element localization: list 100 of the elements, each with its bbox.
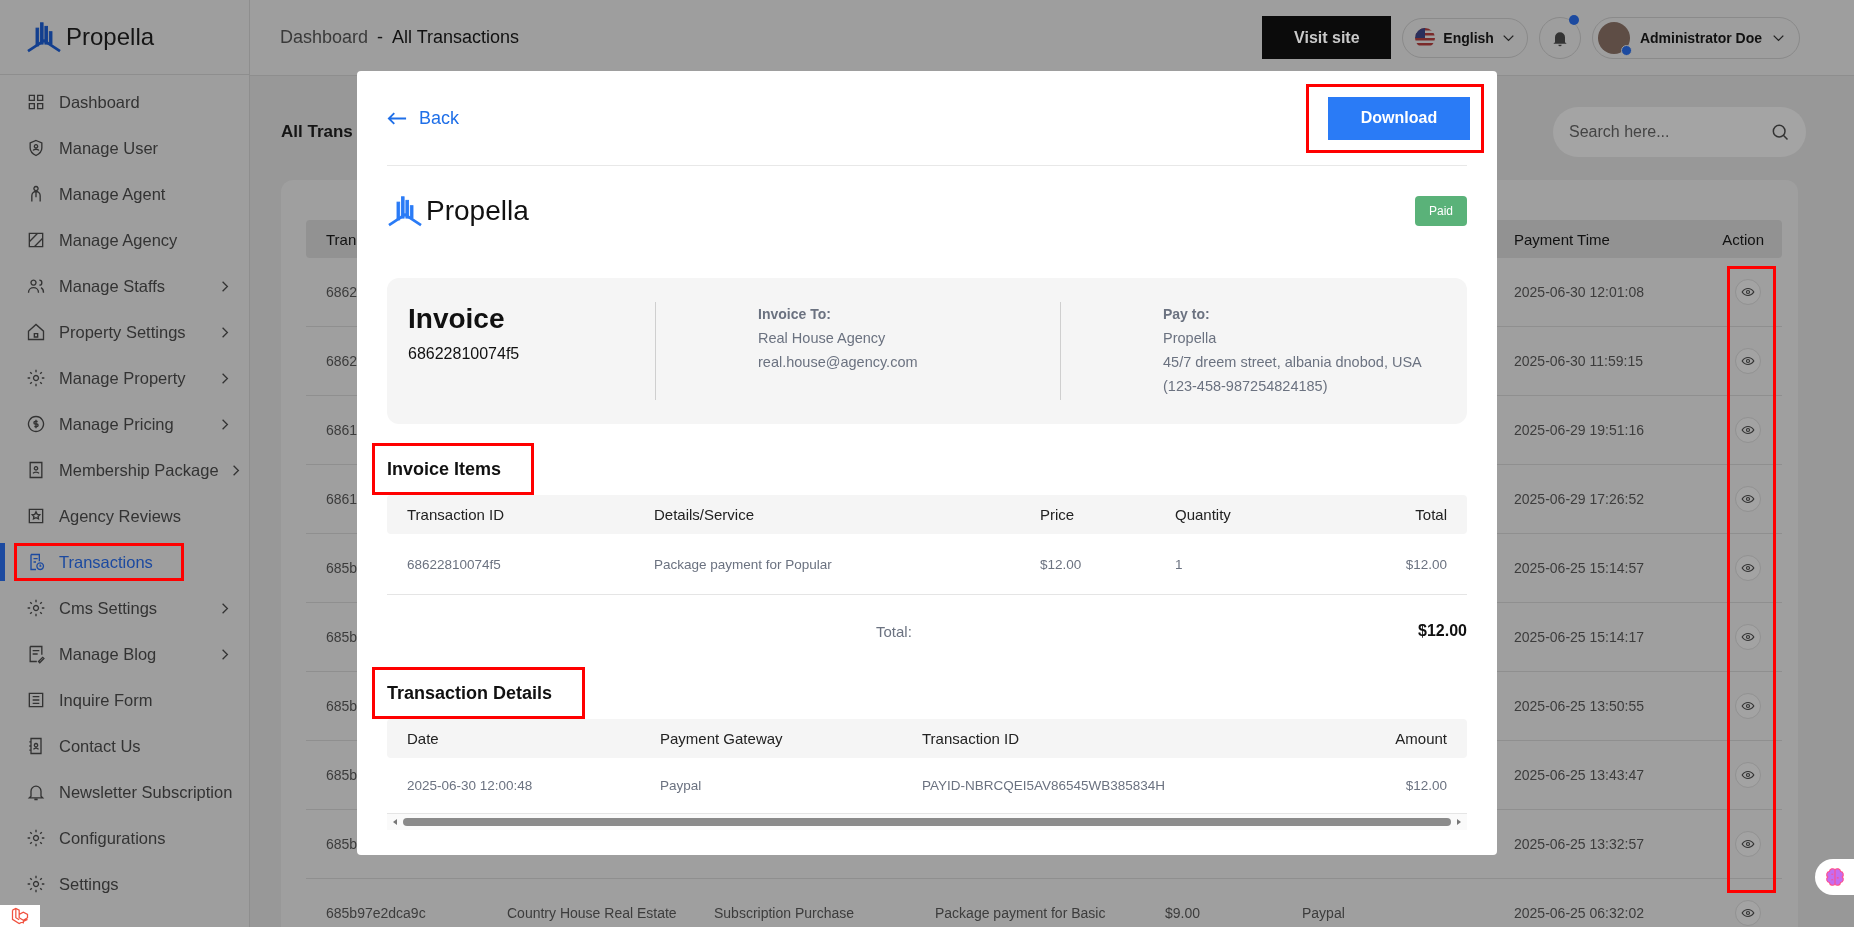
table-cell-text: Paypal: [660, 778, 703, 793]
arrow-right-icon[interactable]: [1455, 818, 1463, 826]
sidebar-item[interactable]: Settings: [14, 865, 238, 903]
gear-icon: [26, 828, 46, 848]
table-cell: 685b97e2dca9c: [326, 905, 426, 921]
eye-icon: [1741, 561, 1755, 575]
total-value: $12.00: [1418, 622, 1467, 640]
house-icon: [26, 322, 46, 342]
logo-icon: [26, 21, 62, 53]
sidebar-item[interactable]: Manage Staffs: [14, 267, 238, 305]
table-cell: 6861: [326, 491, 358, 507]
sidebar-item[interactable]: Property Settings: [14, 313, 238, 351]
view-button[interactable]: [1735, 693, 1761, 719]
column-header: Quantity: [1175, 506, 1232, 523]
column-header: Payment Time: [1514, 230, 1610, 248]
download-button[interactable]: Download: [1328, 96, 1470, 140]
page-title: All Trans: [281, 122, 353, 142]
table-cell: 685b: [326, 836, 358, 852]
sidebar-item[interactable]: Newsletter Subscription: [14, 773, 238, 811]
table-cell: 2025-06-25 13:32:57: [1514, 836, 1644, 852]
table-cell: 6862: [326, 353, 358, 369]
view-button[interactable]: [1735, 831, 1761, 857]
debug-badge[interactable]: [0, 905, 40, 927]
sidebar-item[interactable]: Manage Agent: [14, 175, 238, 213]
billing-heading: Pay to:: [1163, 305, 1211, 324]
table-cell-text: 1: [1175, 556, 1184, 572]
table-cell: 6861: [326, 422, 358, 438]
table-cell-text: PAYID-NBRCQEI5AV86545WB385834H: [922, 778, 1167, 793]
status-badge: Paid: [1414, 196, 1467, 226]
column-header: Total: [1415, 506, 1447, 523]
eye-icon: [1741, 285, 1755, 299]
eye-icon: [1741, 423, 1755, 437]
breadcrumb-separator: -: [377, 27, 384, 48]
column-header: Transaction ID: [407, 506, 505, 523]
table-cell: 685b: [326, 629, 358, 645]
table-cell: 6862: [326, 284, 358, 300]
sidebar-item[interactable]: Inquire Form: [14, 681, 238, 719]
billing-line: 45/7 dreem street, albania dnobod, USA: [1163, 353, 1423, 372]
table-cell: $12.00: [1405, 778, 1447, 793]
section-title: Transaction Details: [372, 667, 586, 719]
list-icon: [26, 690, 46, 710]
column-header: Transaction ID: [922, 730, 1020, 747]
table-cell: Paypal: [1302, 905, 1345, 921]
sidebar-item[interactable]: Configurations: [14, 819, 238, 857]
view-button[interactable]: [1735, 624, 1761, 650]
visit-site-button[interactable]: Visit site: [1262, 16, 1392, 59]
logo-text: Propella: [66, 23, 155, 51]
column-header: Tran: [326, 230, 357, 248]
billing-line: Real House Agency: [758, 329, 887, 348]
search-icon: [1770, 122, 1790, 142]
sidebar-item[interactable]: Cms Settings: [14, 589, 238, 627]
sidebar-item[interactable]: Agency Reviews: [14, 497, 238, 535]
sidebar-item[interactable]: Manage Pricing: [14, 405, 238, 443]
eye-icon: [1741, 492, 1755, 506]
gear-icon: [26, 874, 46, 894]
chevron-down-icon: [1772, 33, 1785, 42]
billing-line: Propella: [1163, 329, 1218, 348]
sidebar-item[interactable]: Manage Property: [14, 359, 238, 397]
sidebar-item[interactable]: Transactions: [14, 543, 184, 581]
dollar-icon: [26, 414, 46, 434]
view-button[interactable]: [1735, 900, 1761, 926]
eye-icon: [1741, 699, 1755, 713]
arrow-left-icon[interactable]: [391, 818, 399, 826]
assistant-button[interactable]: [1815, 859, 1854, 895]
table-cell-text: 68622810074f5: [407, 556, 502, 572]
sidebar-item[interactable]: Contact Us: [14, 727, 238, 765]
table-cell: 2025-06-25 13:50:55: [1514, 698, 1644, 714]
view-button[interactable]: [1735, 417, 1761, 443]
chevron-down-icon: [1501, 33, 1515, 42]
logo-text: Propella: [426, 195, 529, 227]
view-button[interactable]: [1735, 762, 1761, 788]
back-link[interactable]: Back: [387, 107, 460, 129]
table-cell: Subscription Purchase: [714, 905, 855, 921]
view-button[interactable]: [1735, 486, 1761, 512]
sidebar-item[interactable]: Manage Blog: [14, 635, 238, 673]
horizontal-scrollbar[interactable]: [387, 814, 1467, 830]
flag-icon: [1415, 27, 1436, 48]
view-button[interactable]: [1735, 279, 1761, 305]
search-field[interactable]: Search here...: [1553, 107, 1806, 157]
table-cell: 2025-06-25 15:14:17: [1514, 629, 1644, 645]
gear-icon: [26, 368, 46, 388]
sidebar-item[interactable]: Dashboard: [14, 83, 238, 121]
grid-icon: [26, 92, 46, 112]
view-button[interactable]: [1735, 555, 1761, 581]
breadcrumb-link[interactable]: Dashboard: [280, 27, 369, 48]
notification-button[interactable]: [1538, 16, 1581, 59]
profile-menu[interactable]: Administrator Doe: [1591, 16, 1800, 59]
sidebar-item[interactable]: Manage Agency: [14, 221, 238, 259]
view-button[interactable]: [1735, 348, 1761, 374]
logo-icon: [10, 906, 30, 926]
star-icon: [26, 506, 46, 526]
table-cell: 2025-06-30 11:59:15: [1514, 353, 1643, 369]
column-header: Date: [407, 730, 440, 747]
sidebar-item[interactable]: Manage User: [14, 129, 238, 167]
sidebar-item[interactable]: Membership Package: [14, 451, 238, 489]
table-cell: 2025-06-29 19:51:16: [1514, 422, 1644, 438]
table-cell: 2025-06-25 13:43:47: [1514, 767, 1644, 783]
column-header: Price: [1040, 506, 1076, 523]
language-select[interactable]: English: [1402, 17, 1528, 58]
total-label: Total:: [876, 622, 913, 640]
